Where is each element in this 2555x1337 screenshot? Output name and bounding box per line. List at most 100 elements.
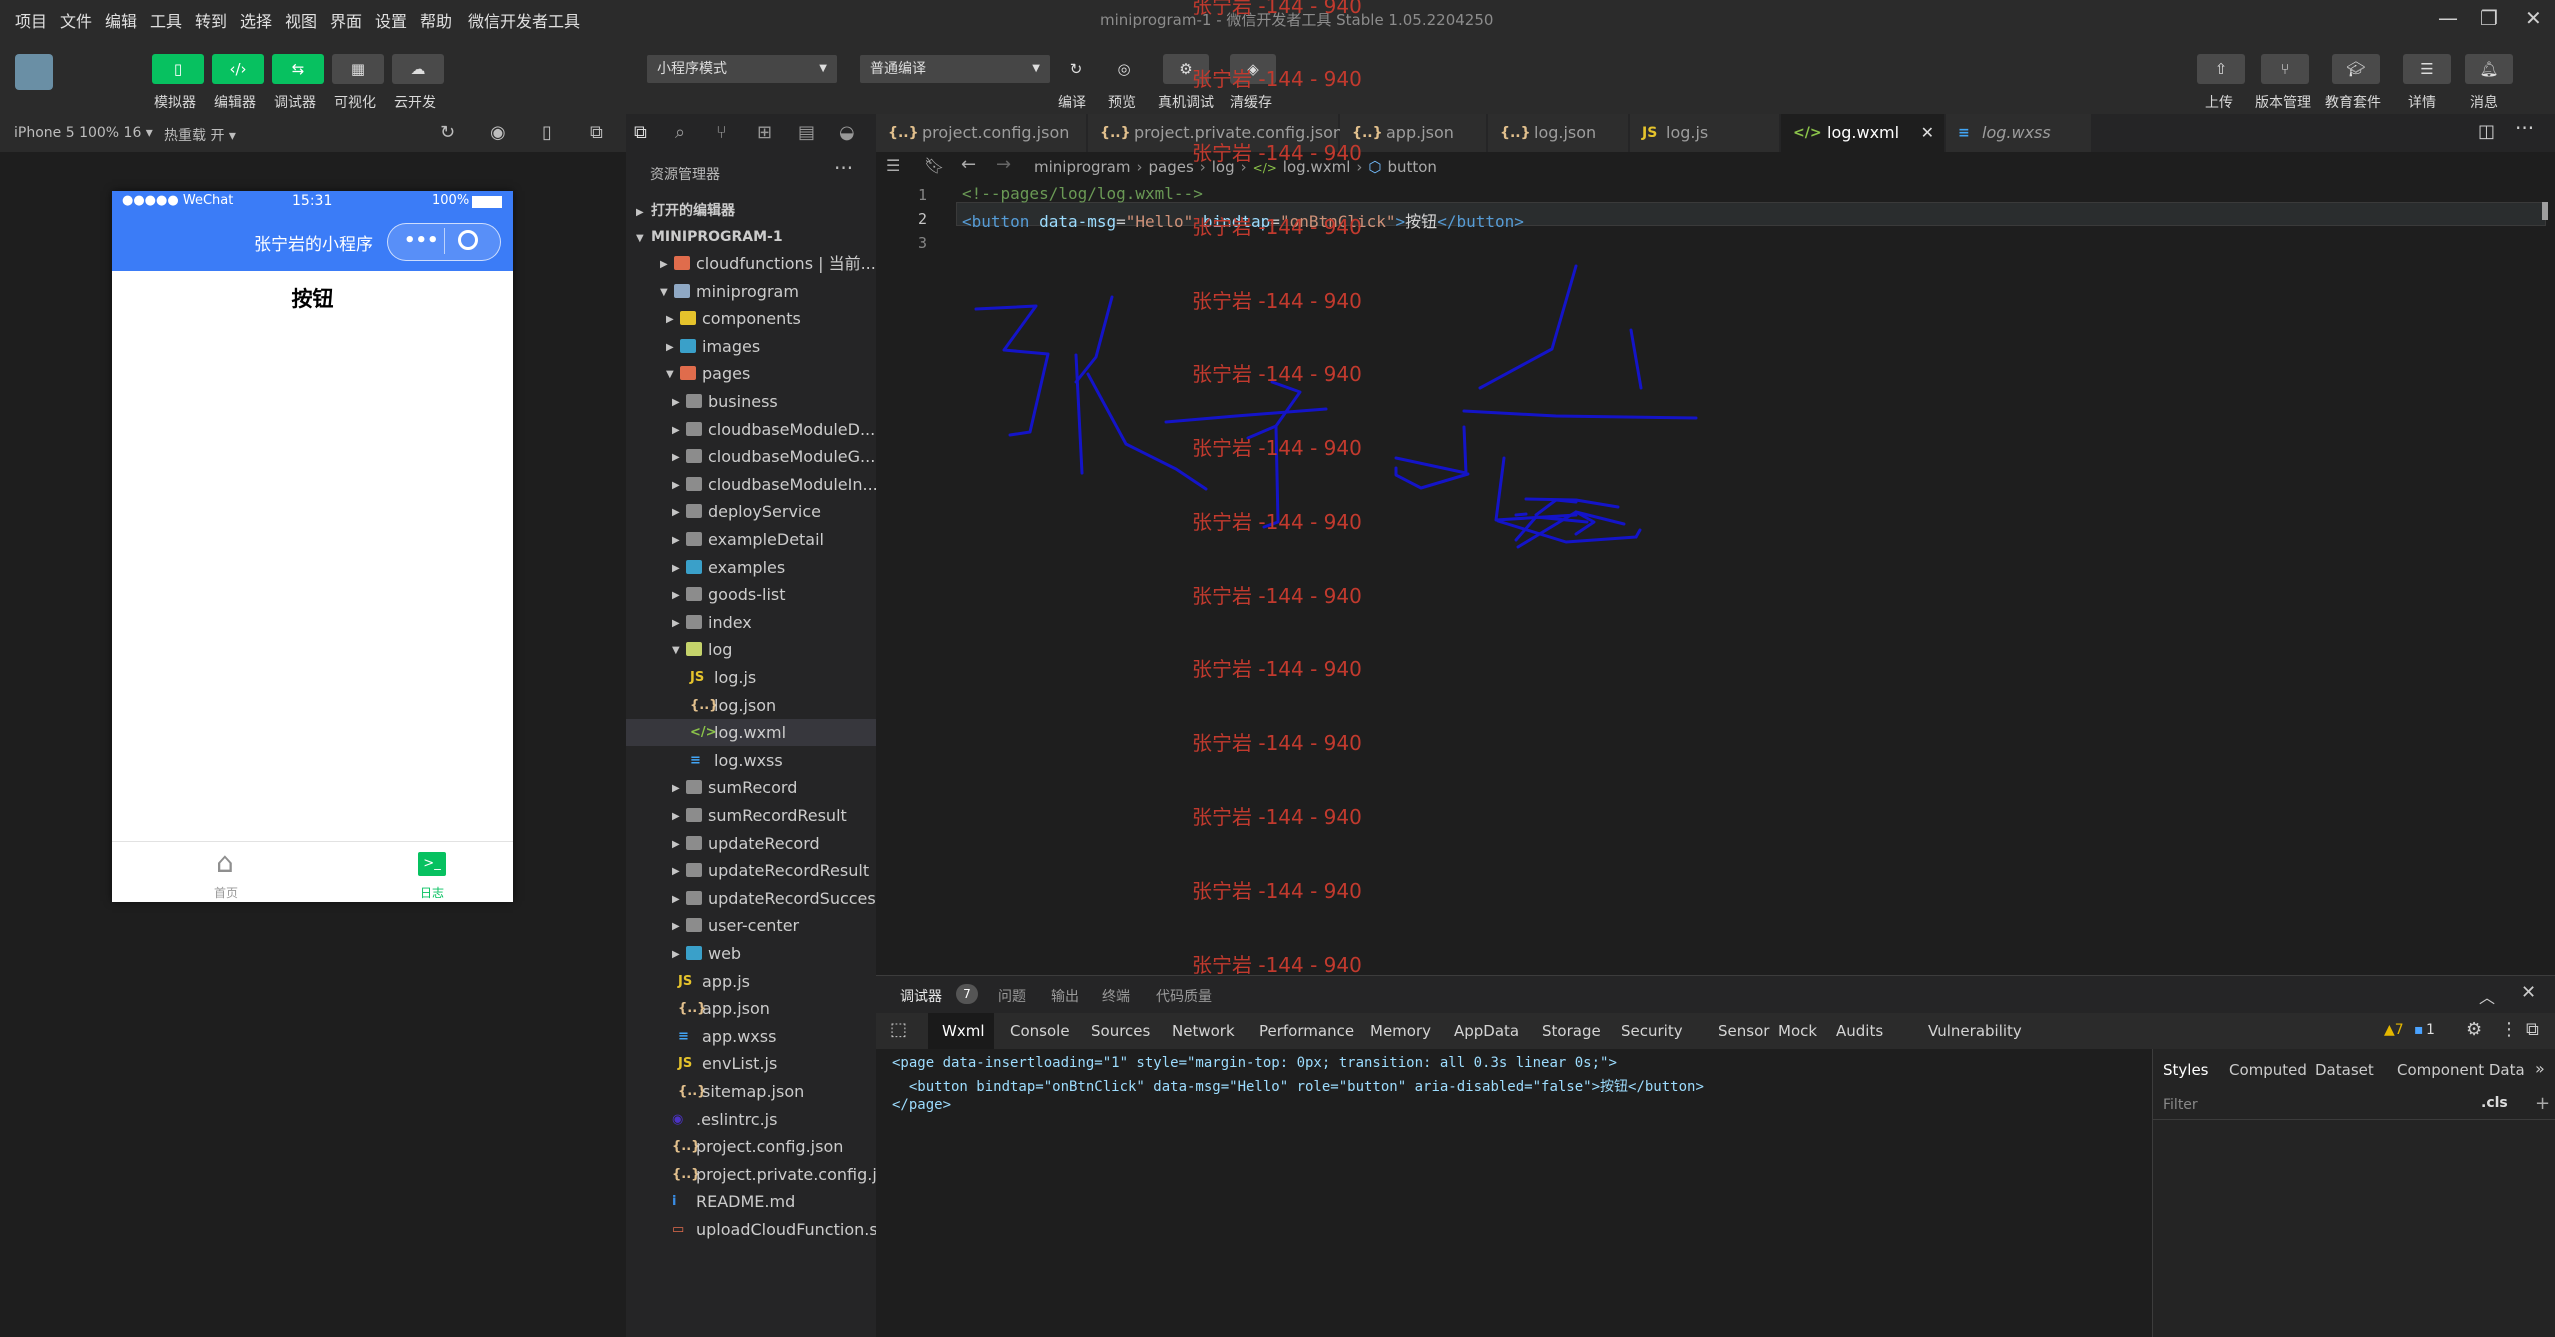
panel-tab-console[interactable]: Console <box>1010 1022 1070 1040</box>
tree-item-project-private-config-js-[interactable]: {..} project.private.config.js... <box>626 1161 900 1188</box>
avatar[interactable] <box>15 54 53 90</box>
list-icon[interactable]: ☰ <box>886 156 900 175</box>
tree-item-web[interactable]: ▶ web <box>626 940 876 967</box>
menu-item-7[interactable]: 界面 <box>330 8 362 32</box>
filter-input[interactable]: Filter <box>2163 1097 2198 1113</box>
panel-tab-network[interactable]: Network <box>1172 1022 1235 1040</box>
device-select[interactable]: iPhone 5 100% 16 ▾ <box>14 125 153 141</box>
compile-select[interactable]: 普通编译 ▼ <box>860 55 1050 83</box>
panel-tab-performance[interactable]: Performance <box>1259 1022 1354 1040</box>
panel-tab-mock[interactable]: Mock <box>1778 1022 1817 1040</box>
phone-icon[interactable]: ▯ <box>542 122 552 143</box>
hotreload-toggle[interactable]: 热重载 开 ▾ <box>164 125 236 145</box>
tree-item-app-js[interactable]: JS app.js <box>626 968 876 995</box>
tree-item-index[interactable]: ▶ index <box>626 609 876 636</box>
tree-item-cloudbasemodulein-[interactable]: ▶ cloudbaseModuleIn... <box>626 471 878 498</box>
close-window-icon[interactable]: ✕ <box>2525 6 2542 30</box>
tree-item-cloudfunctions-[interactable]: ▶ cloudfunctions | 当前... <box>626 250 876 277</box>
breadcrumb-item[interactable]: miniprogram <box>1034 158 1130 176</box>
code-editor[interactable]: 1 <!--pages/log/log.wxml--> 2 <button data-… <box>876 182 2555 975</box>
refresh-button[interactable]: ↻ <box>1058 54 1094 84</box>
more-icon[interactable]: ··· <box>2515 116 2534 140</box>
tree-item-sumrecordresult[interactable]: ▶ sumRecordResult <box>626 802 876 829</box>
page-button[interactable]: 按钮 <box>112 283 513 313</box>
cls-toggle[interactable]: .cls <box>2481 1095 2508 1111</box>
list-button[interactable]: ☰ <box>2403 54 2451 84</box>
tree-item-cloudbasemoduled-[interactable]: ▶ cloudbaseModuleD... <box>626 416 876 443</box>
files-icon[interactable]: ⧉ <box>634 122 647 143</box>
docker-icon[interactable]: ◒ <box>839 122 855 143</box>
more-icon[interactable]: ⋮ <box>2500 1019 2518 1040</box>
tree-item-sitemap-json[interactable]: {..} sitemap.json <box>626 1078 876 1105</box>
menu-item-10[interactable]: 微信开发者工具 <box>468 8 580 32</box>
inspect-icon[interactable]: ⬚ <box>890 1019 907 1040</box>
tree-item-exampledetail[interactable]: ▶ exampleDetail <box>626 526 876 553</box>
side-tab-component-data[interactable]: Component Data <box>2397 1061 2525 1079</box>
minimize-icon[interactable]: — <box>2438 6 2458 30</box>
phone-button[interactable]: ▯ <box>152 54 204 84</box>
tree-item-log-wxml[interactable]: </> log.wxml <box>626 719 876 747</box>
menu-item-6[interactable]: 视图 <box>285 8 317 32</box>
record-icon[interactable]: ◉ <box>490 122 506 143</box>
tree-item--eslintrc-js[interactable]: ◉ .eslintrc.js <box>626 1106 876 1133</box>
tree-item-project-config-json[interactable]: {..} project.config.json <box>626 1133 876 1160</box>
tree-item-pages[interactable]: ▼ pages <box>626 360 876 387</box>
tab-project-config-json[interactable]: {..} project.config.json <box>876 114 1087 152</box>
rotate-icon[interactable]: ↻ <box>440 122 455 143</box>
tree-item-readme-md[interactable]: i README.md <box>626 1188 876 1215</box>
tree-item-sumrecord[interactable]: ▶ sumRecord <box>626 774 876 801</box>
tree-item-log-js[interactable]: JS log.js <box>626 664 876 691</box>
search-icon[interactable]: ⌕ <box>675 122 685 143</box>
tree-item-log-wxss[interactable]: ≡ log.wxss <box>626 747 876 774</box>
tree-item-user-center[interactable]: ▶ user-center <box>626 912 876 939</box>
devtools-tab-2[interactable]: 输出 <box>1051 986 1079 1006</box>
menu-item-4[interactable]: 转到 <box>195 8 227 32</box>
wxml-panel[interactable]: <page data-insertloading="1" style="marg… <box>876 1049 2152 1337</box>
cloud-button[interactable]: ☁ <box>392 54 444 84</box>
open-editors-section[interactable]: ▶ 打开的编辑器 <box>626 198 876 225</box>
close-miniprogram-icon[interactable] <box>458 230 478 250</box>
tab-log-wxss[interactable]: ≡ log.wxss <box>1946 114 2092 152</box>
gear-icon[interactable]: ⚙ <box>2466 1019 2482 1040</box>
debug-button[interactable]: ⇆ <box>272 54 324 84</box>
devtools-tab-1[interactable]: 问题 <box>998 986 1026 1006</box>
tree-item-goods-list[interactable]: ▶ goods-list <box>626 581 876 608</box>
mode-select[interactable]: 小程序模式 ▼ <box>647 55 837 83</box>
close-icon[interactable]: ✕ <box>1921 114 1934 152</box>
tree-item-images[interactable]: ▶ images <box>626 333 876 360</box>
side-tab-computed[interactable]: Computed <box>2229 1061 2307 1079</box>
back-icon[interactable]: ← <box>961 154 976 175</box>
popout-icon[interactable]: ⧉ <box>590 122 603 143</box>
panel-tab-sensor[interactable]: Sensor <box>1718 1022 1769 1040</box>
breadcrumb-item[interactable]: button <box>1387 158 1436 176</box>
layout-button[interactable]: ▦ <box>332 54 384 84</box>
devtools-tab-0[interactable]: 调试器 <box>900 986 942 1006</box>
menu-item-8[interactable]: 设置 <box>375 8 407 32</box>
graduation-button[interactable]: 🎓︎ <box>2332 54 2380 84</box>
project-root[interactable]: ▼ MINIPROGRAM-1 <box>626 224 876 251</box>
split-editor-icon[interactable]: ◫ <box>2478 121 2495 142</box>
restore-icon[interactable]: ❐ <box>2480 6 2498 30</box>
tree-item-app-json[interactable]: {..} app.json <box>626 995 876 1022</box>
tab-log-json[interactable]: {..} log.json <box>1488 114 1629 152</box>
tab-log-wxml[interactable]: </> log.wxml ✕ <box>1781 114 1945 152</box>
tree-item-miniprogram[interactable]: ▼ miniprogram <box>626 278 876 305</box>
tree-item-business[interactable]: ▶ business <box>626 388 876 415</box>
more-icon[interactable]: ••• <box>404 230 439 251</box>
code-button[interactable]: ‹/› <box>212 54 264 84</box>
panel-tab-storage[interactable]: Storage <box>1542 1022 1601 1040</box>
branch-icon[interactable]: ⑂ <box>716 122 727 143</box>
tab-home[interactable]: ⌂ 首页 <box>192 842 272 902</box>
tree-item-updaterecord[interactable]: ▶ updateRecord <box>626 830 876 857</box>
tree-item-cloudbasemoduleg-[interactable]: ▶ cloudbaseModuleG... <box>626 443 876 470</box>
tree-item-log-json[interactable]: {..} log.json <box>626 692 876 719</box>
bell-button[interactable]: 🔔︎ <box>2465 54 2513 84</box>
panel-tab-security[interactable]: Security <box>1621 1022 1683 1040</box>
upload-button[interactable]: ⇧ <box>2197 54 2245 84</box>
menu-item-2[interactable]: 编辑 <box>105 8 137 32</box>
panel-tab-memory[interactable]: Memory <box>1370 1022 1431 1040</box>
add-rule-icon[interactable]: + <box>2535 1093 2550 1114</box>
devtools-tab-3[interactable]: 终端 <box>1102 986 1130 1006</box>
eye-button[interactable]: ◎ <box>1106 54 1142 84</box>
dock-icon[interactable]: ⧉ <box>2526 1019 2539 1040</box>
